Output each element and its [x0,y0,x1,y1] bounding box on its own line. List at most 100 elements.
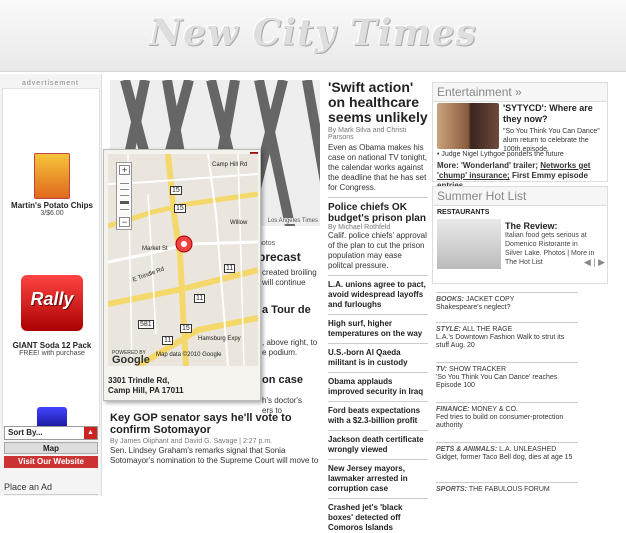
carousel-nav[interactable]: ◀ | ▶ [584,257,605,268]
story-body-line: e podium. [262,348,298,357]
entertainment-title[interactable]: Entertainment » [433,83,607,102]
site-title[interactable]: New City Times [0,12,626,54]
map-canvas[interactable]: Camp Hill Rd Market St E Trindle Rd Hams… [108,154,258,366]
story-byline: By James Oliphant and David G. Savage | … [110,438,273,445]
ad-item[interactable]: GIANT Soda 12 Pack FREE! with purchase [3,341,101,357]
headline-link[interactable]: Ford beats expectations with a $2.3-bill… [328,406,428,426]
story-headline[interactable]: a Tour de [262,304,311,316]
side-item-title: THE FABULOUS FORUM [468,486,550,493]
route-shield: 11 [194,294,206,303]
divider [328,343,428,344]
story-headline[interactable]: on case [262,374,303,386]
address-line: 3301 Trindle Rd, [108,376,170,385]
headline-link[interactable]: Obama applauds improved security in Iraq [328,377,428,397]
sort-by-label: Sort By... [8,428,43,437]
divider [328,314,428,315]
headline-link[interactable]: New Jersey mayors, lawmaker arrested in … [328,464,428,494]
side-item[interactable]: BOOKS: JACKET COPY Shakespeare's neglect… [436,292,578,312]
side-item-title: JACKET COPY [465,296,515,303]
divider [328,459,428,460]
zoom-out-button[interactable]: − [119,217,130,227]
road-label: Camp Hill Rd [212,162,248,168]
headline-link[interactable]: High surf, higher temperatures on the wa… [328,319,428,339]
lead-headline[interactable]: 'Swift action' on healthcare seems unlik… [328,80,428,125]
side-item-tag: PETS & ANIMALS: [436,446,498,453]
more-prefix: More: 'Wonderland' trailer; [437,161,538,170]
story-headline[interactable]: precast [258,250,301,264]
side-item[interactable]: PETS & ANIMALS: L.A. UNLEASHED Gidget, f… [436,442,578,462]
visit-website-button[interactable]: Visit Our Website [4,456,98,468]
entertainment-photo[interactable] [437,103,499,149]
photo-credit: Los Angeles Times [267,218,318,224]
lead-body: Even as Obama makes his case on national… [328,143,428,192]
side-item-tag: STYLE: [436,326,461,333]
summer-title[interactable]: Summer Hot List [433,187,607,206]
route-shield: 581 [138,320,154,329]
sort-by-select[interactable]: Sort By... ▲ [4,426,98,440]
divider [328,197,428,198]
zoom-in-button[interactable]: + [119,165,130,175]
second-body: Calif. police chiefs' approval of the pl… [328,231,427,270]
ad-box: Martin's Potato Chips 3/$6.00 Rally GIAN… [2,88,101,439]
ad-item-price: 3/$6.00 [40,210,64,217]
side-item[interactable]: TV: SHOW TRACKER 'So You Think You Can D… [436,362,578,390]
headline-link[interactable]: L.A. unions agree to pact, avoid widespr… [328,280,428,310]
place-ad-link[interactable]: Place an Ad [4,482,52,492]
lead-byline: By Mark Silva and Christi Parsons [328,127,407,141]
google-logo[interactable]: Google [112,354,150,366]
chevron-up-icon[interactable]: ▲ [84,427,97,439]
restaurant-photo[interactable] [437,219,501,269]
entertainment-headline[interactable]: 'SYTYCD': Where are they now? [503,103,607,125]
headlines-column: 'Swift action' on healthcare seems unlik… [328,80,428,533]
side-item[interactable]: SPORTS: THE FABULOUS FORUM [436,482,578,494]
side-item[interactable]: FINANCE: MONEY & CO. Fed tries to build … [436,402,578,430]
zoom-control[interactable]: + − [116,162,132,230]
map-button[interactable]: Map [4,442,98,454]
second-headline[interactable]: Police chiefs OK budget's prison plan [328,202,428,224]
side-item-title: SHOW TRACKER [448,366,507,373]
road-label: Hamsburg Expy [198,336,241,342]
story-body-line: h's doctor's [262,396,302,405]
divider [328,372,428,373]
divider [4,494,98,495]
route-shield: 11 [224,264,236,273]
headline-link[interactable]: U.S.-born Al Qaeda militant is in custod… [328,348,428,368]
review-title[interactable]: The Review: [505,221,597,231]
route-shield: 15 [180,324,192,333]
location-marker-icon[interactable] [174,234,194,254]
divider [328,275,428,276]
side-item-tag: BOOKS: [436,296,464,303]
soda-brand-logo: Rally [30,289,74,309]
soda-image[interactable]: Rally [21,275,83,331]
map-address: 3301 Trindle Rd, Camp Hill, PA 17011 [108,376,184,396]
zoom-slider-handle[interactable] [120,201,129,204]
ad-item[interactable]: Martin's Potato Chips 3/$6.00 [3,201,101,217]
story-body: Sen. Lindsey Graham's remarks signal tha… [110,446,319,465]
divider [328,401,428,402]
entertainment-sublink[interactable]: • Judge Nigel Lythgoe ponders the future [437,151,609,158]
address-line: Camp Hill, PA 17011 [108,386,184,395]
headline-link[interactable]: Jackson death certificate wrongly viewed [328,435,428,455]
divider [328,430,428,431]
road-label: Market St [142,246,168,252]
ad-item-name: GIANT Soda 12 Pack [12,341,92,350]
route-shield: 15 [170,186,182,195]
route-shield: 11 [162,336,174,345]
side-item[interactable]: STYLE: ALL THE RAGE L.A.'s Downtown Fash… [436,322,578,350]
map-attribution[interactable]: Map data ©2010 Google [156,352,221,358]
side-item-title: ALL THE RAGE [462,326,513,333]
story-body-line: , above right, to [262,338,318,347]
potato-chips-image[interactable] [34,153,70,199]
headline-link[interactable]: Crashed jet's 'black boxes' detected off… [328,503,428,533]
key-story: Key GOP senator says he'll vote to confi… [110,412,324,466]
entertainment-body: "So You Think You Can Dance" alum return… [503,128,600,153]
story-body-line: will continue [262,278,306,287]
story-body-line: created broiling [262,268,317,277]
side-item-title: MONEY & CO. [471,406,518,413]
side-item-tag: FINANCE: [436,406,470,413]
ad-item-price: FREE! with purchase [19,350,85,357]
map-popup[interactable]: Camp Hill Rd Market St E Trindle Rd Hams… [103,149,261,401]
side-item-tag: TV: [436,366,448,373]
story-headline[interactable]: Key GOP senator says he'll vote to confi… [110,412,324,436]
road-label: Willow [230,220,248,226]
